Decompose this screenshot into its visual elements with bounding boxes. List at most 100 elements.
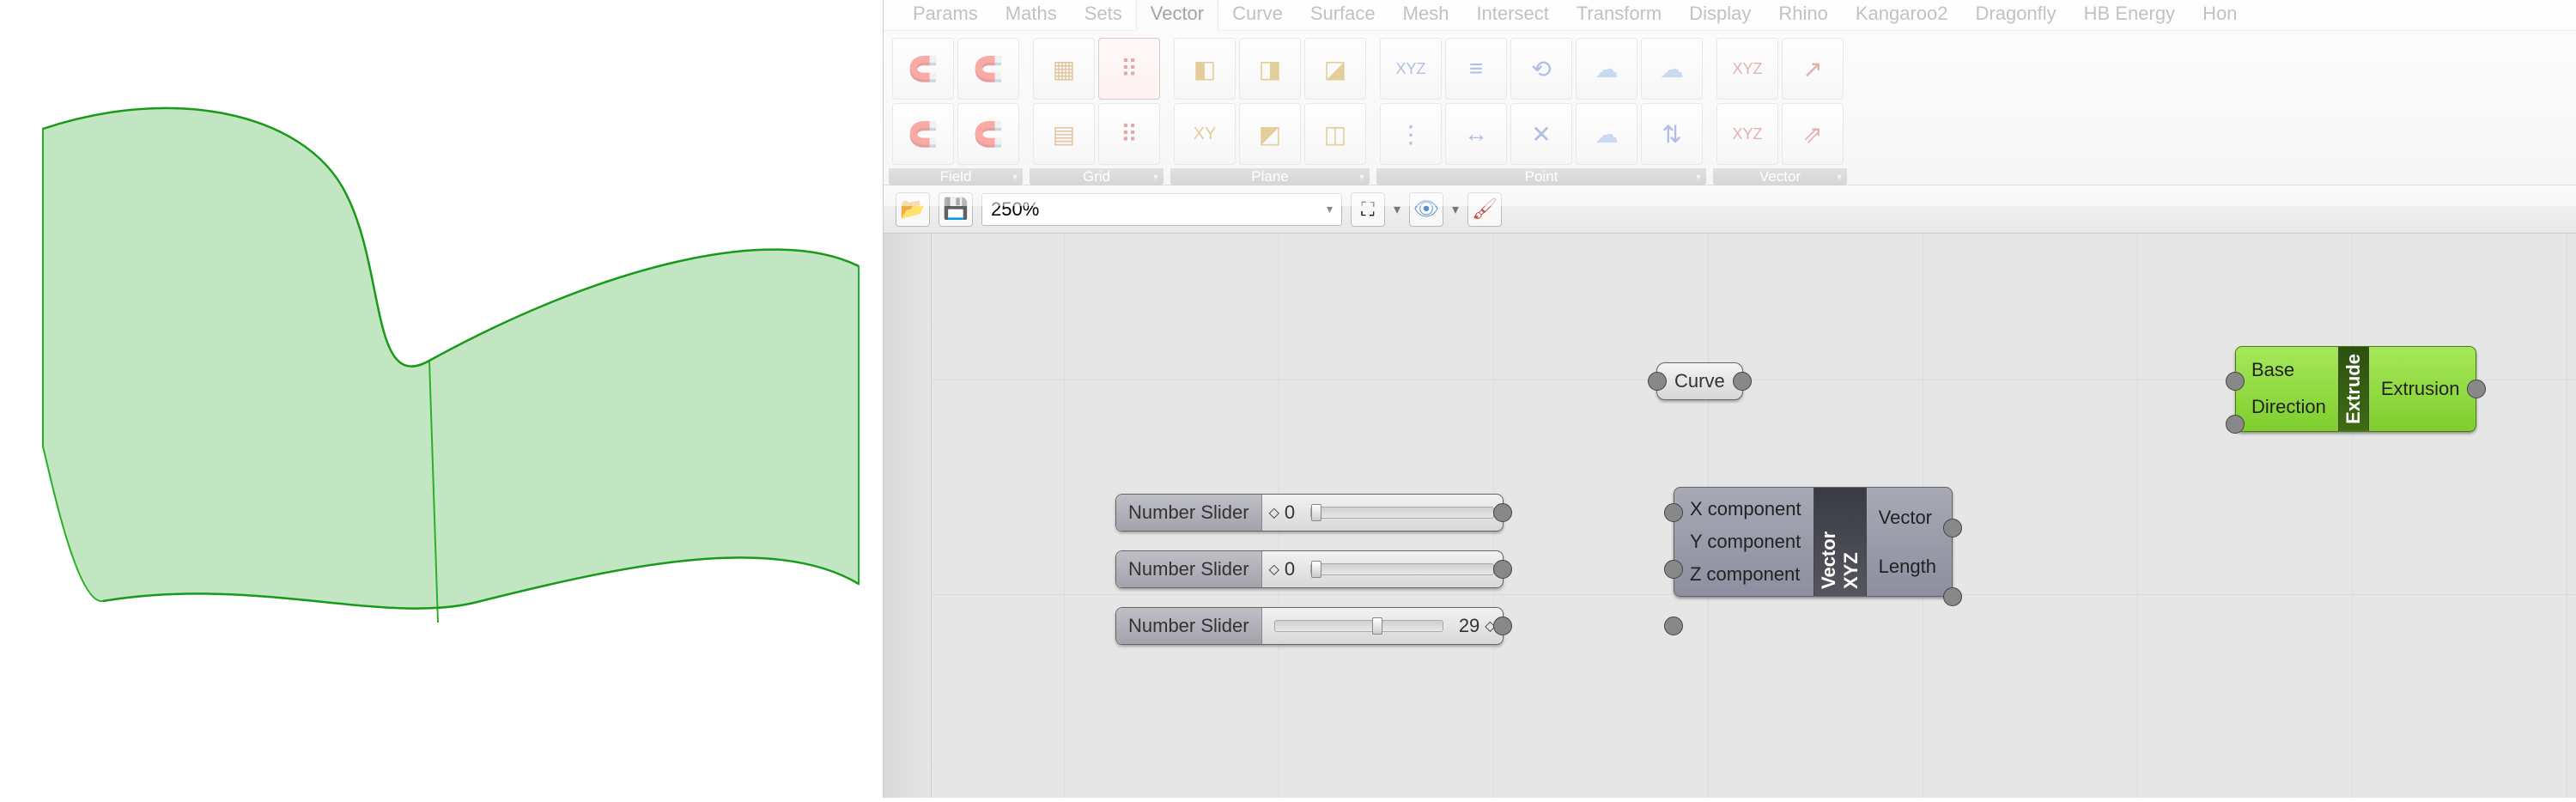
tab-mesh[interactable]: Mesh bbox=[1389, 0, 1463, 30]
grid-populate3d-button[interactable]: ⠿ bbox=[1098, 103, 1160, 165]
plane-3pt-button[interactable]: ◪ bbox=[1304, 38, 1366, 100]
plane-origin-button[interactable]: ◩ bbox=[1239, 103, 1301, 165]
number-slider-3[interactable]: Number Slider 29◇ bbox=[1115, 607, 1504, 645]
tab-curve[interactable]: Curve bbox=[1218, 0, 1297, 30]
input-z[interactable]: Z component bbox=[1690, 558, 1801, 591]
ribbon-label-grid[interactable]: Grid bbox=[1030, 168, 1163, 185]
output-grip[interactable] bbox=[1493, 560, 1512, 579]
point-closest-button[interactable]: ⟲ bbox=[1510, 38, 1572, 100]
tab-surface[interactable]: Surface bbox=[1297, 0, 1389, 30]
slider-value: 0 bbox=[1285, 558, 1295, 580]
input-grip-y[interactable] bbox=[1664, 560, 1683, 579]
tab-maths[interactable]: Maths bbox=[992, 0, 1071, 30]
slider-track[interactable] bbox=[1310, 563, 1493, 575]
dropdown-arrow-icon[interactable]: ▾ bbox=[1394, 201, 1400, 218]
ribbon-label-point[interactable]: Point bbox=[1376, 168, 1706, 185]
tab-sets[interactable]: Sets bbox=[1071, 0, 1136, 30]
input-y[interactable]: Y component bbox=[1690, 526, 1801, 558]
zoom-extents-button[interactable]: ⛶ bbox=[1351, 192, 1385, 227]
field-spin-button[interactable]: 🧲 bbox=[957, 103, 1019, 165]
input-grip-z[interactable] bbox=[1664, 617, 1683, 635]
point-cloud-button[interactable]: ☁ bbox=[1576, 38, 1637, 100]
ribbon-label-field[interactable]: Field bbox=[889, 168, 1023, 185]
vector-2pt-icon: ↗ bbox=[1794, 50, 1832, 88]
output-grip-length[interactable] bbox=[1943, 587, 1962, 606]
input-base[interactable]: Base bbox=[2251, 354, 2326, 386]
tab-intersect[interactable]: Intersect bbox=[1462, 0, 1562, 30]
point-distance-button[interactable]: ↔ bbox=[1445, 103, 1507, 165]
plane-construct-button[interactable]: ◨ bbox=[1239, 38, 1301, 100]
extrude-component[interactable]: Base Direction Extrude Extrusion bbox=[2235, 346, 2476, 432]
cloud-icon: ☁ bbox=[1588, 50, 1625, 88]
tab-params[interactable]: Params bbox=[899, 0, 992, 30]
output-grip[interactable] bbox=[1493, 617, 1512, 635]
plane-normal-button[interactable]: ◫ bbox=[1304, 103, 1366, 165]
dropdown-arrow-icon-2[interactable]: ▾ bbox=[1452, 201, 1459, 218]
vector-xyz-component[interactable]: X component Y component Z component Vect… bbox=[1674, 487, 1953, 597]
number-slider-1[interactable]: Number Slider ◇0 bbox=[1115, 494, 1504, 532]
rhino-viewport[interactable] bbox=[0, 0, 883, 798]
save-file-button[interactable]: 💾 bbox=[939, 192, 973, 227]
point-decon-icon: ⋮ bbox=[1392, 115, 1430, 153]
vector-unit-button[interactable]: XYZ bbox=[1716, 103, 1778, 165]
input-direction[interactable]: Direction bbox=[2251, 391, 2326, 423]
slider-track[interactable] bbox=[1310, 507, 1493, 519]
number-slider-2[interactable]: Number Slider ◇0 bbox=[1115, 550, 1504, 588]
grid-square-button[interactable]: ▦ bbox=[1033, 38, 1095, 100]
field-point-charge-button[interactable]: 🧲 bbox=[892, 38, 954, 100]
tab-dragonfly[interactable]: Dragonfly bbox=[1962, 0, 2070, 30]
ribbon-label-vector[interactable]: Vector bbox=[1713, 168, 1847, 185]
ribbon-label-plane[interactable]: Plane bbox=[1170, 168, 1370, 185]
output-grip[interactable] bbox=[1733, 372, 1752, 391]
point-deconstruct-button[interactable]: ⋮ bbox=[1380, 103, 1442, 165]
input-x[interactable]: X component bbox=[1690, 493, 1801, 526]
point-cull-button[interactable]: ✕ bbox=[1510, 103, 1572, 165]
slider-thumb[interactable] bbox=[1311, 561, 1321, 578]
open-file-button[interactable]: 📂 bbox=[896, 192, 930, 227]
field-line-charge-button[interactable]: 🧲 bbox=[957, 38, 1019, 100]
output-extrusion[interactable]: Extrusion bbox=[2381, 373, 2460, 405]
output-grip[interactable] bbox=[1493, 503, 1512, 522]
output-grip-extrusion[interactable] bbox=[2467, 380, 2486, 398]
tab-vector[interactable]: Vector bbox=[1136, 0, 1218, 31]
input-grip-x[interactable] bbox=[1664, 503, 1683, 522]
tab-kangaroo2[interactable]: Kangaroo2 bbox=[1842, 0, 1962, 30]
point-sort-button[interactable]: ⇅ bbox=[1641, 103, 1703, 165]
tab-display[interactable]: Display bbox=[1675, 0, 1765, 30]
grid-rect-icon: ▤ bbox=[1045, 115, 1083, 153]
slider-thumb[interactable] bbox=[1372, 617, 1382, 635]
zoom-combobox[interactable]: 250% ▾ bbox=[981, 193, 1342, 226]
point-project-button[interactable]: ☁ bbox=[1641, 38, 1703, 100]
vector-2pt-button[interactable]: ↗ bbox=[1782, 38, 1844, 100]
grid-rectangular-button[interactable]: ▤ bbox=[1033, 103, 1095, 165]
output-vector[interactable]: Vector bbox=[1879, 501, 1936, 534]
input-grip-base[interactable] bbox=[2226, 372, 2245, 391]
input-grip[interactable] bbox=[1648, 372, 1667, 391]
grid-populate2d-button[interactable]: ⠿ bbox=[1098, 38, 1160, 100]
grasshopper-canvas[interactable]: Curve Number Slider ◇0 Number Slider ◇0 … bbox=[884, 234, 2576, 798]
vector-amp-button[interactable]: ⇗ bbox=[1782, 103, 1844, 165]
field-merge-button[interactable]: 🧲 bbox=[892, 103, 954, 165]
slider-label: Number Slider bbox=[1116, 495, 1262, 531]
tab-hb-energy[interactable]: HB Energy bbox=[2070, 0, 2189, 30]
output-grip-vector[interactable] bbox=[1943, 519, 1962, 538]
ribbon: 🧲 🧲 🧲 🧲 Field ▦ ▤ ⠿ ⠿ bbox=[884, 31, 2576, 185]
input-grip-direction[interactable] bbox=[2226, 415, 2245, 434]
preview-toggle-button[interactable]: 👁 bbox=[1409, 192, 1443, 227]
slider-track[interactable] bbox=[1274, 620, 1443, 632]
sketch-button[interactable]: 🖌 bbox=[1467, 192, 1502, 227]
point-construct-button[interactable]: XYZ bbox=[1380, 38, 1442, 100]
tab-rhino[interactable]: Rhino bbox=[1765, 0, 1841, 30]
plane-xy-button[interactable]: ◧ bbox=[1174, 38, 1236, 100]
vector-xyz-button[interactable]: XYZ bbox=[1716, 38, 1778, 100]
curve-param-component[interactable]: Curve bbox=[1656, 362, 1743, 400]
folder-open-icon: 📂 bbox=[900, 197, 926, 222]
tab-hon[interactable]: Hon bbox=[2189, 0, 2251, 30]
slider-thumb[interactable] bbox=[1311, 504, 1321, 521]
output-length[interactable]: Length bbox=[1879, 550, 1936, 583]
point-numbers-button[interactable]: ≡ bbox=[1445, 38, 1507, 100]
plane-xz-button[interactable]: XY bbox=[1174, 103, 1236, 165]
point-cloud2-button[interactable]: ☁ bbox=[1576, 103, 1637, 165]
zoom-value: 250% bbox=[991, 198, 1039, 221]
tab-transform[interactable]: Transform bbox=[1563, 0, 1675, 30]
